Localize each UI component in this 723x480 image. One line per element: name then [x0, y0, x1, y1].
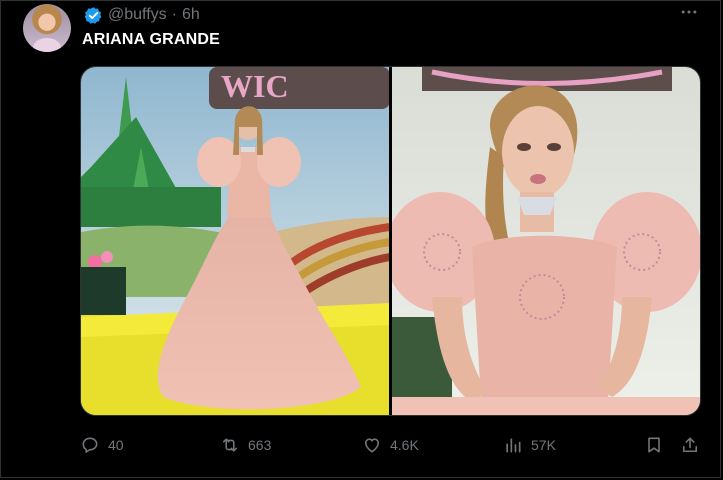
media-grid: WIC [80, 66, 701, 416]
photo-right[interactable] [392, 67, 700, 415]
photo-left-image: WIC [81, 67, 389, 415]
photo-left[interactable]: WIC [81, 67, 389, 415]
separator-dot: · [171, 6, 177, 23]
verified-badge-icon [84, 6, 102, 24]
like-button[interactable]: 4.6K [362, 430, 419, 460]
reply-count: 40 [108, 437, 124, 453]
tweet-header: @buffys · 6h [84, 5, 200, 25]
share-button[interactable] [680, 430, 700, 460]
photo-right-image [392, 67, 700, 415]
repost-icon [222, 438, 238, 452]
more-icon[interactable] [675, 2, 703, 24]
action-bar: 40 663 4.6K 57K [80, 430, 701, 460]
avatar[interactable] [23, 4, 71, 52]
repost-button[interactable]: 663 [220, 430, 271, 460]
repost-count: 663 [248, 437, 272, 453]
reply-icon [82, 437, 98, 453]
views-button[interactable]: 57K [503, 430, 556, 460]
reply-button[interactable]: 40 [80, 430, 124, 460]
views-count: 57K [531, 437, 556, 453]
heart-icon [364, 438, 380, 453]
views-icon [506, 438, 521, 453]
bookmark-icon [648, 437, 660, 453]
tweet-text: ARIANA GRANDE [82, 31, 221, 48]
author-handle[interactable]: @buffys [108, 6, 167, 24]
post-time[interactable]: 6h [182, 6, 200, 24]
like-count: 4.6K [390, 437, 419, 453]
bookmark-button[interactable] [644, 430, 664, 460]
svg-text:WIC: WIC [221, 68, 289, 104]
share-icon [682, 437, 698, 453]
